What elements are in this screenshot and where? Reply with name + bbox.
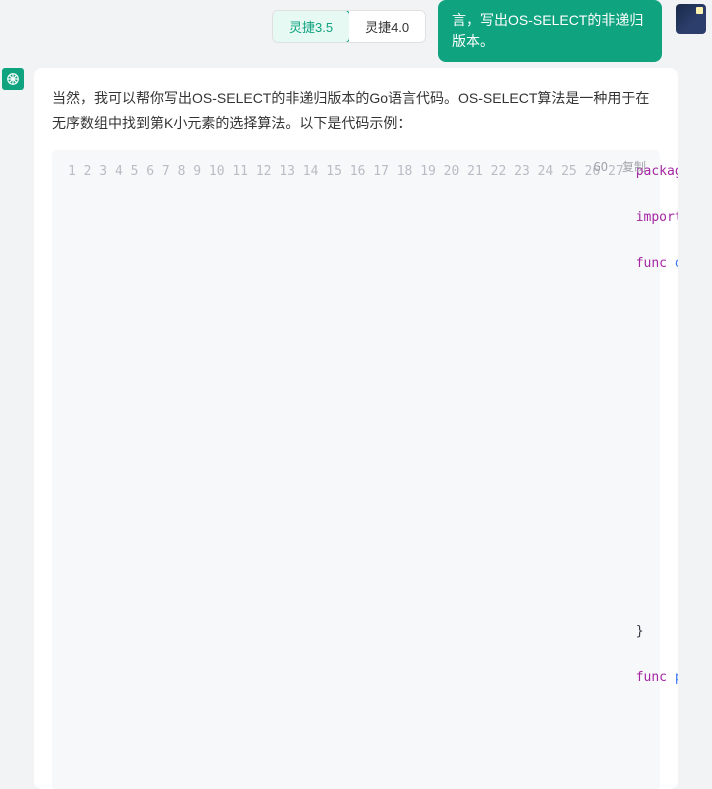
bot-avatar bbox=[2, 68, 24, 90]
code-block: GO 复制 1 2 3 4 5 6 7 8 9 10 11 12 13 14 1… bbox=[52, 150, 660, 789]
user-prompt-text: 言，写出OS-SELECT的非递归版本。 bbox=[452, 12, 643, 49]
line-number-gutter: 1 2 3 4 5 6 7 8 9 10 11 12 13 14 15 16 1… bbox=[52, 160, 636, 781]
copy-button[interactable]: 复制 bbox=[622, 158, 646, 175]
tab-lingjie-40[interactable]: 灵捷4.0 bbox=[349, 11, 425, 42]
tab-lingjie-35[interactable]: 灵捷3.5 bbox=[272, 10, 350, 43]
answer-card: 当然，我可以帮你写出OS-SELECT的非递归版本的Go语言代码。OS-SELE… bbox=[34, 68, 678, 789]
code-lang-label: GO bbox=[594, 160, 608, 174]
code-content[interactable]: package main import "fmt" func osSelect(… bbox=[636, 160, 678, 781]
model-tabs: 灵捷3.5 灵捷4.0 bbox=[272, 10, 426, 43]
user-prompt-bubble: 言，写出OS-SELECT的非递归版本。 bbox=[438, 0, 662, 62]
bot-icon bbox=[6, 72, 20, 86]
answer-text: 当然，我可以帮你写出OS-SELECT的非递归版本的Go语言代码。OS-SELE… bbox=[52, 86, 660, 136]
user-avatar[interactable] bbox=[676, 4, 706, 34]
